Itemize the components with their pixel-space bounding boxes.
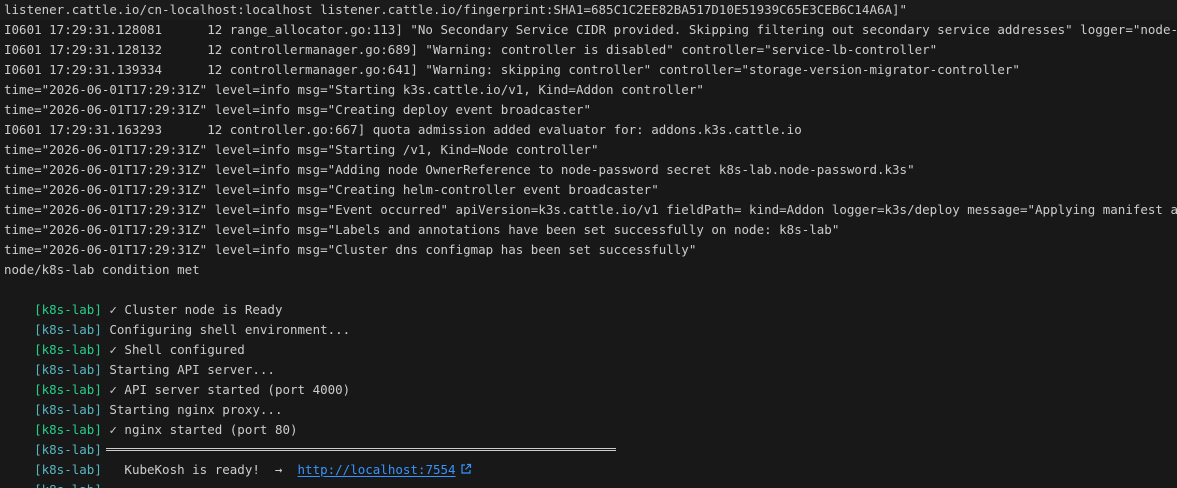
log-line: I0601 17:29:31.139334 12 controllermanag… — [4, 62, 1020, 77]
status-line-shell-configured: [k8s-lab] ✓ Shell configured — [4, 320, 245, 357]
status-line-starting-api: [k8s-lab] Starting API server... — [4, 340, 275, 377]
log-line: time="2026-06-01T17:29:31Z" level=info m… — [4, 182, 659, 197]
terminal-output[interactable]: listener.cattle.io/cn-localhost:localhos… — [0, 0, 1177, 488]
log-line: time="2026-06-01T17:29:31Z" level=info m… — [4, 202, 1177, 217]
status-line-starting-nginx: [k8s-lab] Starting nginx proxy... — [4, 380, 282, 417]
status-line-nginx-started: [k8s-lab] ✓ nginx started (port 80) — [4, 400, 297, 437]
log-line: I0601 17:29:31.128081 12 range_allocator… — [4, 22, 1177, 37]
log-line: time="2026-06-01T17:29:31Z" level=info m… — [4, 162, 915, 177]
log-line: time="2026-06-01T17:29:31Z" level=info m… — [4, 222, 840, 237]
banner-bottom-divider: [k8s-lab] — [4, 460, 616, 488]
status-line-api-started: [k8s-lab] ✓ API server started (port 400… — [4, 360, 350, 397]
log-line: time="2026-06-01T17:29:31Z" level=info m… — [4, 82, 704, 97]
status-line-cluster-ready: [k8s-lab] ✓ Cluster node is Ready — [4, 280, 282, 317]
banner-top-divider: [k8s-lab] — [4, 420, 616, 457]
log-line: time="2026-06-01T17:29:31Z" level=info m… — [4, 242, 697, 257]
log-line: I0601 17:29:31.128132 12 controllermanag… — [4, 42, 938, 57]
log-line: time="2026-06-01T17:29:31Z" level=info m… — [4, 102, 591, 117]
log-line: I0601 17:29:31.163293 12 controller.go:6… — [4, 122, 802, 137]
log-line: listener.cattle.io/cn-localhost:localhos… — [4, 2, 908, 17]
status-line-configuring-shell: [k8s-lab] Configuring shell environment.… — [4, 300, 350, 337]
line-prefix: [k8s-lab] — [34, 482, 102, 488]
log-line: time="2026-06-01T17:29:31Z" level=info m… — [4, 142, 599, 157]
ready-banner: [k8s-lab] KubeKosh is ready! → http://lo… — [4, 440, 472, 477]
log-line: node/k8s-lab condition met — [4, 262, 200, 277]
